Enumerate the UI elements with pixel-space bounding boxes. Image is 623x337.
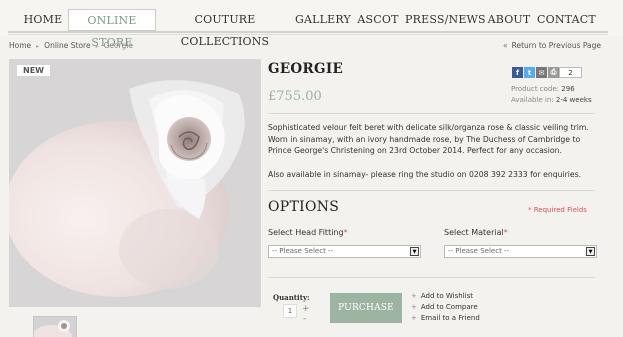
availability-label: Available in: xyxy=(511,96,554,104)
breadcrumb-separator: ▸ xyxy=(95,43,99,50)
email-share-icon[interactable]: ✉ xyxy=(536,67,547,78)
product-image[interactable]: NEW xyxy=(9,59,261,307)
hat-illustration xyxy=(9,59,261,307)
plus-icon: + xyxy=(411,303,417,311)
required-star: * xyxy=(503,228,508,237)
product-thumbnail[interactable] xyxy=(33,316,77,337)
availability-value: 2-4 weeks xyxy=(555,96,592,104)
product-code: Product code: 296 xyxy=(511,85,575,93)
quantity-input[interactable]: 1 xyxy=(283,304,297,318)
nav-online-store[interactable]: ONLINE STORE xyxy=(68,9,156,49)
required-fields-note: * Required Fields xyxy=(528,206,587,214)
twitter-icon[interactable]: t xyxy=(524,67,535,78)
breadcrumb-home[interactable]: Home xyxy=(9,41,31,50)
head-fitting-value: -- Please Select -- xyxy=(272,247,334,255)
plus-icon: + xyxy=(411,314,417,322)
nav-press-news[interactable]: PRESS/NEWS xyxy=(405,9,486,31)
required-star: * xyxy=(343,228,348,237)
chevron-down-icon: ▼ xyxy=(410,247,419,256)
material-value: -- Please Select -- xyxy=(448,247,510,255)
back-arrow-icon: « xyxy=(503,41,508,50)
product-code-label: Product code: xyxy=(511,85,560,93)
return-to-previous-link[interactable]: «Return to Previous Page xyxy=(503,41,601,50)
add-to-compare-link[interactable]: + Add to Compare xyxy=(411,303,478,311)
material-label-text: Select Material xyxy=(444,228,504,237)
head-fitting-label: Select Head Fitting* xyxy=(268,228,348,237)
nav-divider xyxy=(8,31,608,33)
share-buttons: f t ✉ ⎙ xyxy=(512,67,559,78)
email-to-friend-label: Email to a Friend xyxy=(420,314,480,322)
material-select[interactable]: -- Please Select -- ▼ xyxy=(444,245,597,258)
head-fitting-select[interactable]: -- Please Select -- ▼ xyxy=(268,245,421,258)
add-to-wishlist-link[interactable]: + Add to Wishlist xyxy=(411,292,473,300)
quantity-increase-button[interactable]: + xyxy=(302,304,310,314)
head-fitting-label-text: Select Head Fitting xyxy=(268,228,344,237)
main-nav: HOME ONLINE STORE COUTURE COLLECTIONS GA… xyxy=(0,0,623,49)
nav-home[interactable]: HOME xyxy=(20,9,66,31)
nav-about[interactable]: ABOUT xyxy=(485,9,533,31)
add-to-compare-label: Add to Compare xyxy=(420,303,478,311)
add-to-wishlist-label: Add to Wishlist xyxy=(420,292,473,300)
share-count: 2 xyxy=(559,67,582,78)
nav-gallery[interactable]: GALLERY xyxy=(295,9,351,31)
quantity-label: Quantity: xyxy=(273,293,310,302)
facebook-icon[interactable]: f xyxy=(512,67,523,78)
divider xyxy=(268,113,595,114)
email-to-friend-link[interactable]: + Email to a Friend xyxy=(411,314,480,322)
breadcrumb-online-store[interactable]: Online Store xyxy=(44,41,90,50)
nav-ascot[interactable]: ASCOT xyxy=(356,9,400,31)
product-description: Sophisticated velour felt beret with del… xyxy=(268,123,589,155)
divider xyxy=(268,277,595,278)
quantity-decrease-button[interactable]: - xyxy=(303,314,306,324)
return-label: Return to Previous Page xyxy=(511,41,602,50)
print-share-icon[interactable]: ⎙ xyxy=(548,67,559,78)
chevron-down-icon: ▼ xyxy=(586,247,595,256)
purchase-button[interactable]: PURCHASE xyxy=(330,293,402,323)
breadcrumb-current: Georgie xyxy=(103,41,134,50)
nav-contact[interactable]: CONTACT xyxy=(537,9,596,31)
thumbnail-illustration xyxy=(34,317,76,337)
availability: Available in: 2-4 weeks xyxy=(511,96,592,104)
breadcrumb-separator: ▸ xyxy=(36,43,40,50)
plus-icon: + xyxy=(411,292,417,300)
divider xyxy=(268,190,595,191)
product-price: £755.00 xyxy=(268,89,322,104)
product-code-value: 296 xyxy=(561,85,575,93)
nav-divider-thin xyxy=(8,34,608,35)
product-description-sinamay: Also available in sinamay- please ring t… xyxy=(268,170,582,179)
options-heading: OPTIONS xyxy=(268,199,340,215)
new-badge: NEW xyxy=(17,65,50,76)
material-label: Select Material* xyxy=(444,228,508,237)
nav-couture-collections[interactable]: COUTURE COLLECTIONS xyxy=(160,9,290,48)
product-title: GEORGIE xyxy=(268,61,344,77)
breadcrumb: Home ▸ Online Store ▸ Georgie xyxy=(9,41,133,50)
